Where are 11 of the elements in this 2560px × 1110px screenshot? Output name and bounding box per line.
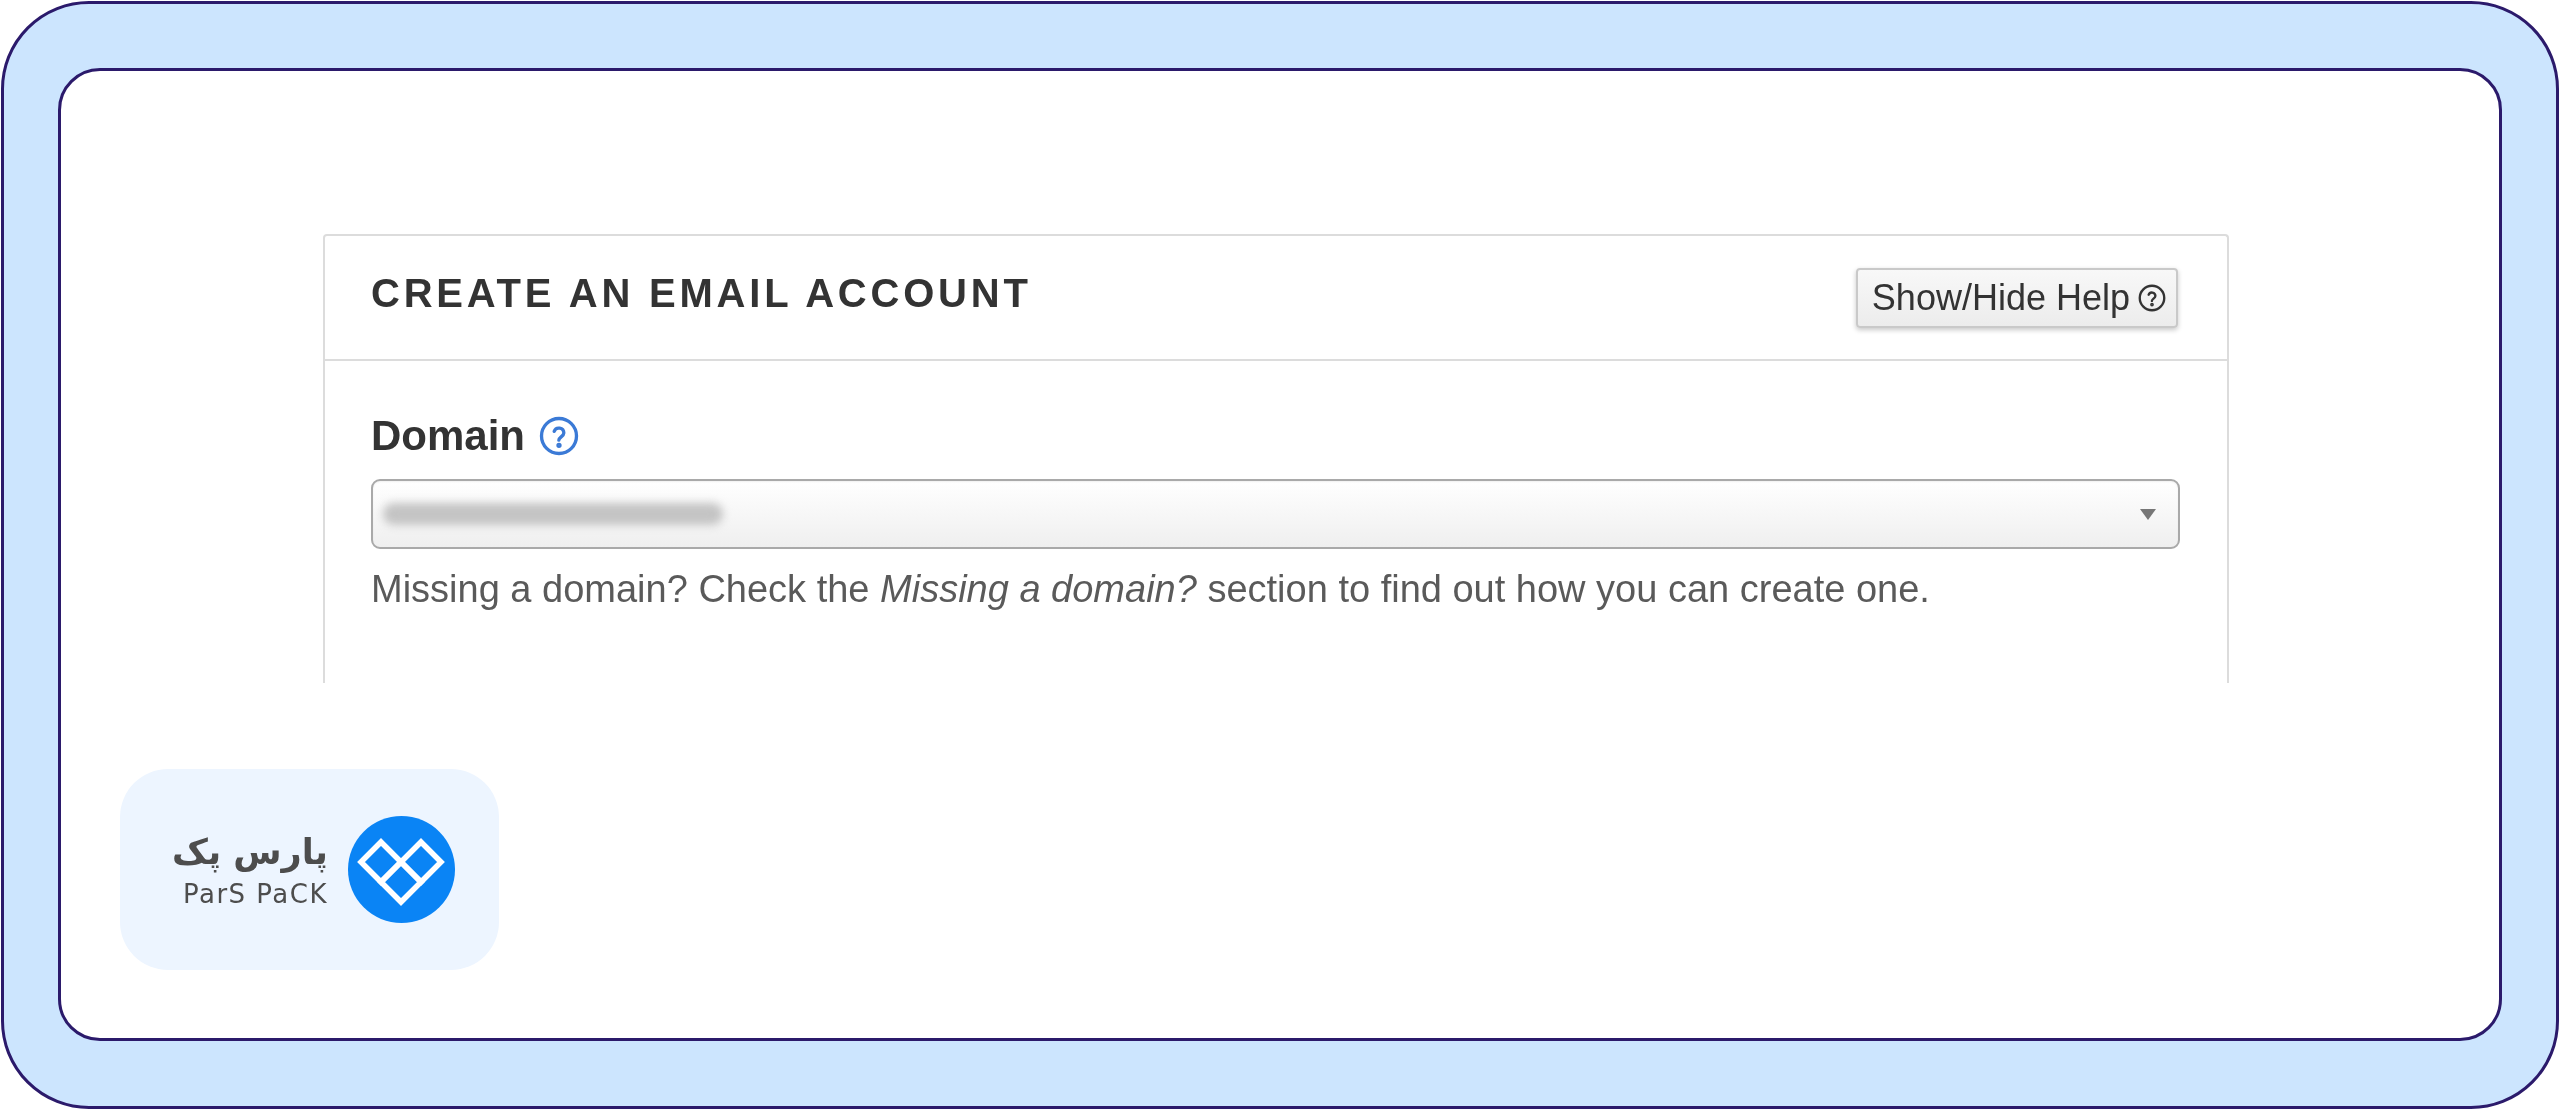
heart-diamond-logo-icon — [348, 816, 455, 923]
logo-persian-name: پارس پک — [172, 830, 328, 873]
show-hide-help-button[interactable]: Show/Hide Help — [1855, 268, 2178, 328]
domain-hint: Missing a domain? Check the Missing a domain? section to find out how you can create one. — [371, 567, 1931, 611]
card-title: CREATE AN EMAIL ACCOUNT — [371, 273, 1032, 313]
help-icon — [539, 416, 579, 456]
caret-icon — [2140, 508, 2156, 520]
domain-select[interactable] — [371, 479, 2180, 549]
logo-latin-name: ParS PaCK — [182, 878, 328, 909]
domain-label: Domain — [371, 412, 525, 460]
help-icon — [2138, 284, 2166, 312]
